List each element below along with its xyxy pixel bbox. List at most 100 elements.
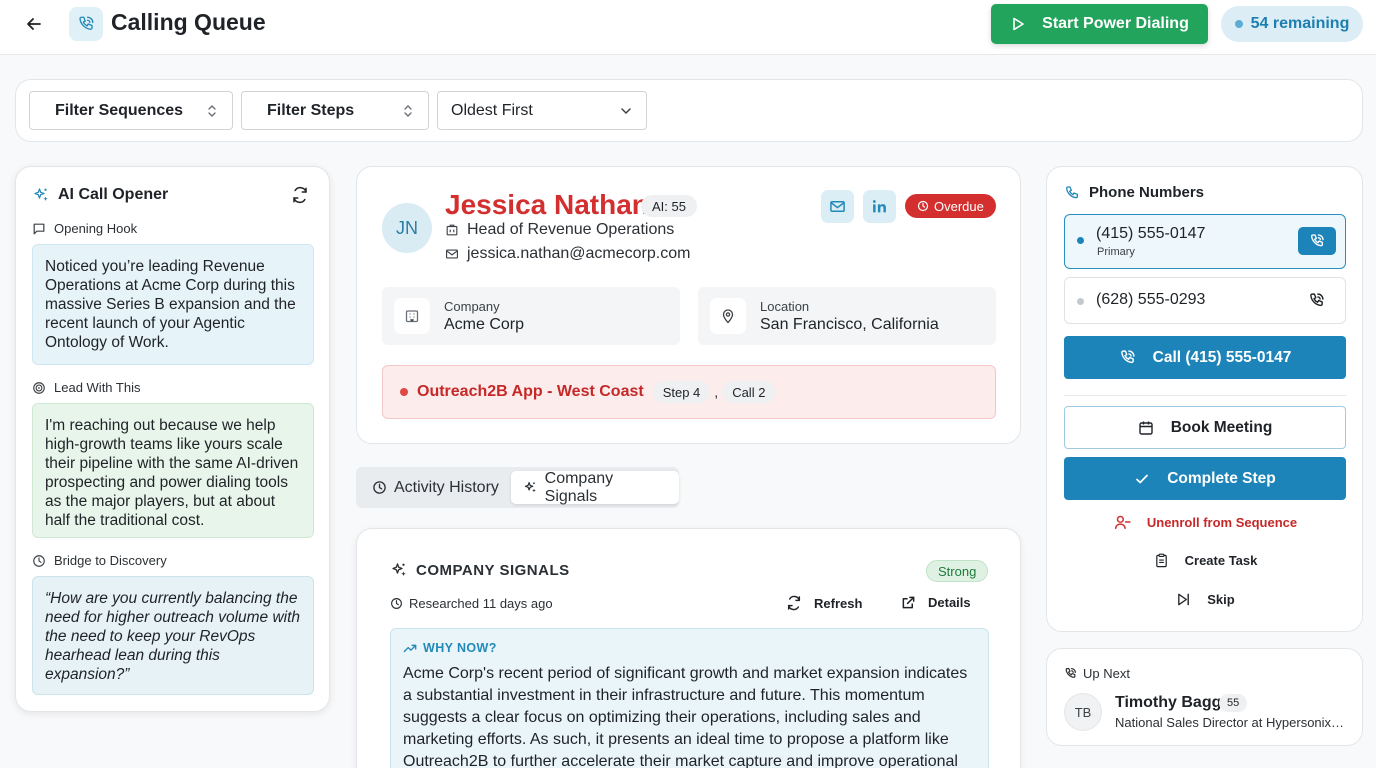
message-icon: [33, 223, 45, 234]
call-number-button[interactable]: Call (415) 555-0147: [1064, 336, 1346, 379]
clock-icon: [917, 200, 929, 212]
company-value: Acme Corp: [444, 316, 525, 333]
company-info: Company Acme Corp: [382, 287, 680, 345]
section-label: Opening Hook: [54, 221, 138, 236]
researched-text: Researched 11 days ago: [409, 596, 553, 611]
clock-icon: [391, 598, 402, 609]
ai-opener-title: AI Call Opener: [58, 186, 169, 203]
unenroll-label: Unenroll from Sequence: [1146, 515, 1298, 530]
mail-icon: [830, 200, 845, 213]
trending-up-icon: [403, 644, 417, 653]
call-number-label: Call (415) 555-0147: [1152, 348, 1292, 366]
map-pin-icon: [710, 298, 746, 334]
researched-info: Researched 11 days ago: [390, 596, 553, 611]
sparkle-icon: [34, 188, 48, 201]
email-button[interactable]: [821, 190, 854, 223]
contact-name: Jessica Nathan: [445, 189, 649, 220]
sort-order-select[interactable]: Oldest First: [437, 91, 647, 130]
clock-icon: [373, 481, 386, 494]
target-icon: [33, 381, 45, 394]
start-power-dialing-label: Start Power Dialing: [1042, 15, 1189, 32]
why-now-box: WHY NOW? Acme Corp's recent period of si…: [390, 628, 989, 768]
call-chip: Call 2: [722, 381, 776, 403]
refresh-button[interactable]: Refresh: [786, 595, 862, 611]
tab-label: Company Signals: [544, 469, 614, 505]
contact-card: JN Jessica Nathan AI: 55 Head of Revenue…: [356, 166, 1021, 444]
overdue-label: Overdue: [934, 198, 984, 214]
details-button[interactable]: Details: [901, 595, 971, 610]
next-contact-name: Timothy Bagg: [1115, 694, 1222, 711]
section-label: Lead With This: [54, 380, 141, 395]
create-task-button[interactable]: Create Task: [1047, 553, 1364, 568]
sequence-name[interactable]: Outreach2B App - West Coast: [417, 383, 644, 401]
signals-title: COMPANY SIGNALS: [416, 561, 570, 579]
linkedin-icon: [872, 200, 886, 213]
ai-score-badge: AI: 55: [641, 195, 697, 217]
location-key: Location: [760, 299, 810, 314]
phone-number-secondary[interactable]: (628) 555-0293: [1064, 277, 1346, 324]
opening-hook-label: Opening Hook: [32, 221, 137, 236]
skip-button[interactable]: Skip: [1047, 592, 1364, 607]
lead-with-this-label: Lead With This: [32, 380, 140, 395]
call-primary-button[interactable]: [1298, 227, 1336, 255]
phone-call-icon[interactable]: [1308, 292, 1325, 314]
building-icon: [446, 224, 458, 236]
avatar: JN: [382, 203, 432, 253]
complete-step-button[interactable]: Complete Step: [1064, 457, 1346, 500]
unenroll-button[interactable]: Unenroll from Sequence: [1047, 514, 1364, 531]
filter-steps-select[interactable]: Filter Steps: [241, 91, 429, 130]
up-next-panel[interactable]: Up Next TB Timothy Bagg 55 National Sale…: [1046, 648, 1363, 746]
why-now-text: Acme Corp's recent period of significant…: [403, 665, 968, 768]
start-power-dialing-button[interactable]: Start Power Dialing: [991, 4, 1208, 44]
signal-strength-badge: Strong: [926, 560, 989, 582]
filter-sequences-select[interactable]: Filter Sequences: [29, 91, 233, 130]
location-info: Location San Francisco, California: [698, 287, 996, 345]
phone-numbers-header: Phone Numbers: [1064, 184, 1204, 201]
sort-updown-icon: [208, 104, 216, 117]
contact-title: Head of Revenue Operations: [445, 221, 674, 239]
contact-title-text: Head of Revenue Operations: [467, 221, 675, 238]
selected-dot: [1077, 237, 1084, 244]
company-key: Company: [444, 299, 500, 314]
user-minus-icon: [1114, 515, 1131, 529]
up-next-title: Up Next: [1083, 666, 1130, 681]
refresh-icon: [787, 595, 801, 611]
check-icon: [1136, 474, 1149, 483]
sort-order-label: Oldest First: [451, 101, 533, 119]
book-meeting-button[interactable]: Book Meeting: [1064, 406, 1346, 449]
linkedin-button[interactable]: [863, 190, 896, 223]
create-task-label: Create Task: [1184, 553, 1258, 568]
step-chip: Step 4: [652, 381, 711, 403]
phone-number-primary[interactable]: (415) 555-0147 Primary: [1064, 214, 1346, 269]
regenerate-icon[interactable]: [291, 186, 309, 209]
tab-company-signals[interactable]: Company Signals: [511, 469, 679, 505]
location-value: San Francisco, California: [760, 316, 939, 333]
tab-activity-history[interactable]: Activity History: [360, 471, 511, 504]
remaining-count: 54 remaining: [1250, 15, 1350, 32]
section-label: Bridge to Discovery: [54, 553, 167, 568]
phone-number-value: (628) 555-0293: [1096, 291, 1206, 308]
play-icon: [1013, 17, 1024, 31]
calendar-icon: [1138, 421, 1153, 435]
remaining-badge: 54 remaining: [1221, 6, 1363, 42]
complete-step-label: Complete Step: [1167, 469, 1276, 487]
building-icon: [394, 298, 430, 334]
lead-with-this-text: I'm reaching out because we help high-gr…: [32, 403, 314, 538]
bridge-to-discovery-label: Bridge to Discovery: [32, 553, 167, 568]
contact-email-text[interactable]: jessica.nathan@acmecorp.com: [467, 245, 690, 263]
ai-call-opener-panel: AI Call Opener Opening Hook Noticed you’…: [15, 166, 330, 712]
mail-icon: [446, 249, 458, 259]
phone-logo-icon: [69, 7, 103, 41]
sparkle-icon: [524, 482, 536, 493]
top-bar: Calling Queue Start Power Dialing 54 rem…: [0, 0, 1376, 55]
overdue-badge: Overdue: [905, 194, 996, 218]
external-link-icon: [902, 596, 915, 609]
ai-opener-header: AI Call Opener: [32, 186, 168, 204]
sequence-banner: Outreach2B App - West Coast Step 4 , Cal…: [382, 365, 996, 419]
book-meeting-label: Book Meeting: [1170, 418, 1273, 436]
next-contact-score: 55: [1219, 694, 1248, 712]
refresh-label: Refresh: [814, 595, 863, 611]
back-arrow-icon[interactable]: [22, 12, 46, 36]
filter-steps-label: Filter Steps: [267, 101, 355, 119]
details-label: Details: [928, 595, 971, 610]
